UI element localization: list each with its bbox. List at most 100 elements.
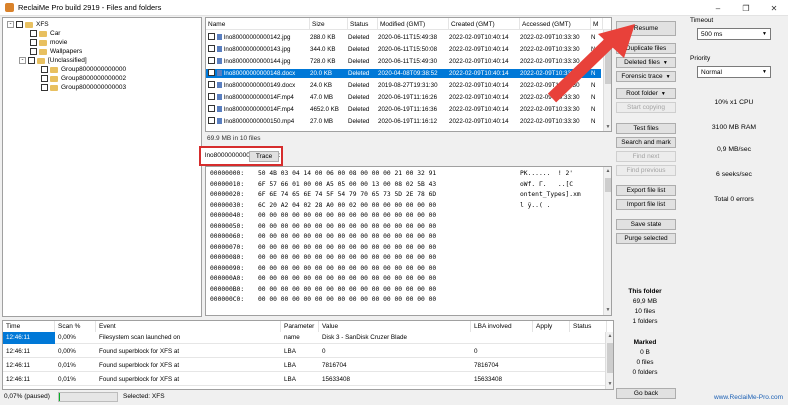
hex-view-scrollbar[interactable]: ▲ ▼ — [603, 167, 611, 315]
column-header-name[interactable]: Name — [206, 18, 310, 30]
purge-selected-button[interactable]: Purge selected — [616, 233, 676, 244]
column-header-created[interactable]: Created (GMT) — [449, 18, 520, 30]
log-row[interactable]: 12:46:11 0,00% Filesystem scan launched on… — [3, 332, 607, 344]
tree-node-label: Group8000000000003 — [61, 84, 127, 91]
file-checkbox[interactable] — [208, 57, 215, 64]
column-header-lba[interactable]: LBA involved — [471, 321, 533, 332]
selected-file-highlight: lno80000000000148.docx Trace — [199, 146, 283, 166]
file-row[interactable]: lno80000000000150.mp4 27.0 MB Deleted 2020-… — [206, 117, 601, 126]
tree-node-group[interactable]: Group8000000000003 — [41, 83, 126, 92]
go-back-button[interactable]: Go back — [616, 388, 676, 399]
tree-checkbox[interactable] — [28, 57, 35, 64]
export-file-list-button[interactable]: Export file list — [616, 185, 676, 196]
column-header-value[interactable]: Value — [319, 321, 471, 332]
tree-node-unclassified[interactable]: - [Unclassified] — [19, 56, 87, 65]
folder-icon — [50, 75, 58, 82]
website-link[interactable]: www.ReclaiMe-Pro.com — [714, 394, 783, 401]
search-and-mark-button[interactable]: Search and mark — [616, 137, 676, 148]
file-checkbox[interactable] — [208, 93, 215, 100]
annotation-arrow-icon — [547, 24, 635, 103]
tree-node-car[interactable]: Car — [30, 29, 60, 38]
log-lba-cell — [471, 332, 533, 344]
scroll-down-arrow[interactable]: ▼ — [606, 380, 613, 389]
file-checkbox[interactable] — [208, 105, 215, 112]
hex-offset: 00000030: — [210, 201, 245, 209]
event-log-scrollbar[interactable]: ▲ ▼ — [605, 332, 613, 389]
chevron-down-icon: ▼ — [665, 73, 671, 80]
cpu-usage: 10% x1 CPU — [714, 99, 754, 106]
file-status-cell: Deleted — [348, 70, 370, 77]
log-row[interactable]: 12:46:11 0,01% Found superblock for XFS at… — [3, 374, 607, 386]
column-header-apply[interactable]: Apply — [533, 321, 570, 332]
scroll-up-arrow[interactable]: ▲ — [606, 332, 613, 341]
tree-checkbox[interactable] — [41, 66, 48, 73]
scroll-up-arrow[interactable]: ▲ — [604, 167, 611, 176]
hex-bytes: 00 00 00 00 00 00 00 00 00 00 00 00 00 0… — [258, 243, 437, 251]
file-checkbox[interactable] — [208, 33, 215, 40]
scan-progress-bar — [58, 392, 118, 402]
log-value-cell: Disk 3 - SanDisk Cruzer Blade — [322, 334, 408, 341]
event-log[interactable]: Time Scan % Event Parameter Value LBA in… — [2, 320, 614, 390]
tree-node-group[interactable]: Group8000000000000 — [41, 65, 126, 74]
file-checkbox[interactable] — [208, 117, 215, 124]
tree-node-wallpapers[interactable]: Wallpapers — [30, 47, 82, 56]
log-row[interactable]: 12:46:11 0,01% Found superblock for XFS at… — [3, 360, 607, 372]
folder-icon — [39, 48, 47, 55]
trace-button[interactable]: Trace — [249, 151, 279, 162]
file-status-cell: Deleted — [348, 118, 370, 125]
file-checkbox[interactable] — [208, 69, 215, 76]
collapse-toggle[interactable]: - — [7, 21, 14, 28]
tree-checkbox[interactable] — [30, 48, 37, 55]
progress-fill — [59, 393, 60, 401]
import-file-list-button[interactable]: Import file list — [616, 199, 676, 210]
hex-ascii: oWf. Г. ..[C — [520, 180, 574, 188]
tree-checkbox[interactable] — [30, 39, 37, 46]
column-header-status[interactable]: Status — [570, 321, 607, 332]
column-header-event[interactable]: Event — [96, 321, 281, 332]
log-event-cell: Found superblock for XFS at — [99, 376, 180, 383]
hex-ascii: ontent_Types].xm — [520, 191, 581, 198]
file-checkbox[interactable] — [208, 81, 215, 88]
column-header-scan[interactable]: Scan % — [55, 321, 96, 332]
maximize-button[interactable]: ❐ — [732, 0, 760, 16]
column-header-size[interactable]: Size — [310, 18, 348, 30]
tree-node-xfs[interactable]: - XFS — [7, 20, 49, 29]
tree-checkbox[interactable] — [30, 30, 37, 37]
tree-node-movie[interactable]: movie — [30, 38, 67, 47]
log-status-cell — [570, 374, 605, 386]
folder-tree[interactable]: - XFS Car movie Wallpapers - [Unclassifi… — [2, 17, 202, 317]
column-header-modified[interactable]: Modified (GMT) — [378, 18, 449, 30]
collapse-toggle[interactable]: - — [19, 57, 26, 64]
column-header-time[interactable]: Time — [3, 321, 55, 332]
minimize-button[interactable]: – — [704, 0, 732, 16]
find-previous-button[interactable]: Find previous — [616, 165, 676, 176]
tree-node-group[interactable]: Group8000000000002 — [41, 74, 126, 83]
tree-checkbox[interactable] — [41, 84, 48, 91]
tree-checkbox[interactable] — [41, 75, 48, 82]
timeout-label: Timeout — [690, 17, 714, 24]
find-next-button[interactable]: Find next — [616, 151, 676, 162]
column-header-status[interactable]: Status — [348, 18, 378, 30]
scroll-down-arrow[interactable]: ▼ — [604, 123, 611, 131]
file-modified-cell: 2020-06-11T15:49:38 — [378, 34, 438, 41]
log-row[interactable]: 12:46:11 0,00% Found superblock for XFS at… — [3, 346, 607, 358]
totals-panel: This folder 69,9 MB 10 files 1 folders M… — [612, 283, 678, 386]
hex-view[interactable]: 00000000: 50 4B 03 04 14 00 06 00 08 00 0… — [205, 166, 612, 316]
priority-select[interactable]: Normal ▼ — [697, 66, 771, 78]
timeout-select[interactable]: 500 ms ▼ — [697, 28, 771, 40]
tree-checkbox[interactable] — [16, 21, 23, 28]
file-name-cell: lno80000000000144.jpg — [208, 57, 310, 66]
file-checkbox[interactable] — [208, 45, 215, 52]
save-state-button[interactable]: Save state — [616, 219, 676, 230]
hex-offset: 00000050: — [210, 222, 245, 230]
close-button[interactable]: ✕ — [760, 0, 788, 16]
hex-lines: 00000000: 50 4B 03 04 14 00 06 00 08 00 0… — [206, 170, 602, 310]
scroll-down-arrow[interactable]: ▼ — [604, 306, 611, 315]
scrollbar-thumb[interactable] — [607, 343, 613, 373]
column-header-parameter[interactable]: Parameter — [281, 321, 319, 332]
file-name-cell: lno80000000000143.jpg — [208, 45, 310, 54]
event-log-rows: 12:46:11 0,00% Filesystem scan launched on… — [3, 332, 607, 389]
test-files-button[interactable]: Test files — [616, 123, 676, 134]
scrollbar-thumb[interactable] — [605, 178, 611, 192]
log-parameter-cell: LBA — [284, 376, 296, 383]
